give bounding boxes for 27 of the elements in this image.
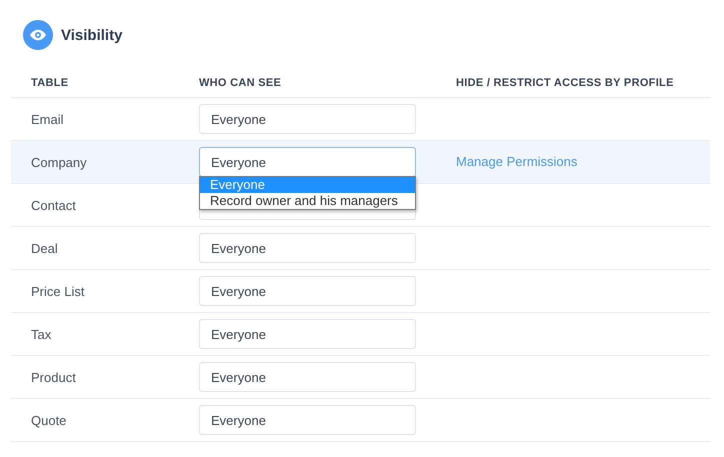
visibility-select[interactable]: Everyone [199, 104, 416, 134]
column-header: WHO CAN SEE [199, 77, 282, 89]
table-name: Tax [30, 326, 52, 342]
eye-icon [23, 20, 53, 50]
visibility-select[interactable]: Everyone [199, 405, 416, 435]
table-row[interactable]: Quote Everyone [11, 399, 710, 442]
table-name: Price List [30, 284, 86, 298]
table-name: Product [30, 370, 77, 384]
table-row[interactable]: Deal Everyone [11, 227, 710, 270]
dropdown-option[interactable]: Record owner and his managers [200, 193, 415, 209]
table-name: Company [30, 154, 88, 170]
visibility-select[interactable]: Everyone [199, 233, 416, 263]
table-row[interactable]: Product Everyone [11, 356, 710, 399]
table-row[interactable]: Email Everyone [11, 98, 710, 141]
visibility-select[interactable]: Everyone [199, 362, 416, 392]
table-row[interactable]: Tax Everyone [11, 313, 710, 356]
table-row[interactable]: Price List Everyone [11, 270, 710, 313]
section-title: Visibility [61, 26, 122, 44]
table-name: Contact [30, 198, 77, 212]
column-header: TABLE [30, 77, 70, 89]
table-name: Deal [30, 240, 59, 256]
visibility-select[interactable]: Everyone [199, 276, 416, 306]
table-name: Email [30, 112, 65, 126]
table-name: Quote [30, 412, 68, 428]
column-header: HIDE / RESTRICT ACCESS BY PROFILE [456, 77, 675, 89]
visibility-select[interactable]: Everyone [199, 319, 416, 349]
visibility-select[interactable]: Everyone [199, 147, 416, 177]
